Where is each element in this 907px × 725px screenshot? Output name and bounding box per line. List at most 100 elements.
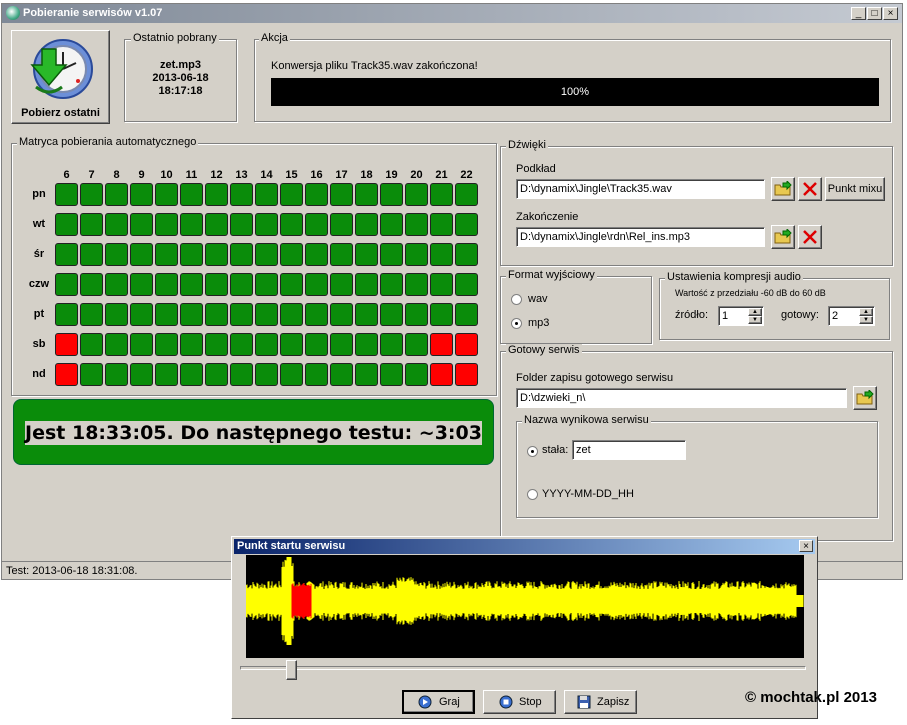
schedule-cell[interactable]	[55, 183, 78, 206]
bed-browse-button[interactable]	[771, 177, 795, 201]
dialog-title-bar[interactable]: Punkt startu serwisu ×	[234, 539, 815, 554]
format-mp3-radio[interactable]	[511, 318, 522, 329]
schedule-cell[interactable]	[330, 243, 353, 266]
schedule-cell[interactable]	[180, 363, 203, 386]
schedule-cell[interactable]	[455, 303, 478, 326]
schedule-cell[interactable]	[80, 363, 103, 386]
schedule-cell[interactable]	[80, 333, 103, 356]
schedule-cell[interactable]	[80, 183, 103, 206]
schedule-cell[interactable]	[55, 243, 78, 266]
schedule-cell[interactable]	[330, 333, 353, 356]
schedule-cell[interactable]	[155, 183, 178, 206]
schedule-cell[interactable]	[305, 213, 328, 236]
schedule-cell[interactable]	[380, 183, 403, 206]
schedule-cell[interactable]	[180, 333, 203, 356]
fetch-last-button[interactable]: Pobierz ostatni	[11, 30, 110, 124]
schedule-cell[interactable]	[155, 273, 178, 296]
schedule-cell[interactable]	[155, 333, 178, 356]
schedule-cell[interactable]	[455, 243, 478, 266]
schedule-cell[interactable]	[455, 273, 478, 296]
source-down-arrow-icon[interactable]: ▼	[748, 316, 762, 324]
close-button[interactable]: ×	[883, 7, 898, 20]
schedule-cell[interactable]	[255, 303, 278, 326]
schedule-cell[interactable]	[455, 363, 478, 386]
schedule-cell[interactable]	[355, 273, 378, 296]
schedule-cell[interactable]	[230, 333, 253, 356]
schedule-cell[interactable]	[230, 273, 253, 296]
schedule-cell[interactable]	[105, 333, 128, 356]
schedule-cell[interactable]	[380, 333, 403, 356]
schedule-cell[interactable]	[180, 213, 203, 236]
schedule-cell[interactable]	[255, 333, 278, 356]
schedule-cell[interactable]	[130, 363, 153, 386]
schedule-cell[interactable]	[205, 243, 228, 266]
schedule-cell[interactable]	[255, 363, 278, 386]
schedule-cell[interactable]	[105, 183, 128, 206]
schedule-cell[interactable]	[430, 213, 453, 236]
schedule-cell[interactable]	[280, 243, 303, 266]
schedule-cell[interactable]	[330, 273, 353, 296]
schedule-cell[interactable]	[205, 273, 228, 296]
schedule-cell[interactable]	[230, 243, 253, 266]
schedule-cell[interactable]	[105, 243, 128, 266]
schedule-cell[interactable]	[130, 333, 153, 356]
schedule-cell[interactable]	[305, 333, 328, 356]
schedule-cell[interactable]	[280, 363, 303, 386]
format-wav-radio[interactable]	[511, 294, 522, 305]
schedule-cell[interactable]	[405, 303, 428, 326]
schedule-cell[interactable]	[430, 273, 453, 296]
schedule-cell[interactable]	[155, 303, 178, 326]
schedule-cell[interactable]	[230, 213, 253, 236]
ending-browse-button[interactable]	[771, 225, 795, 249]
schedule-cell[interactable]	[80, 273, 103, 296]
ready-spinbox[interactable]: 2 ▲ ▼	[828, 306, 875, 326]
schedule-cell[interactable]	[55, 333, 78, 356]
schedule-cell[interactable]	[405, 183, 428, 206]
schedule-cell[interactable]	[180, 273, 203, 296]
schedule-cell[interactable]	[280, 333, 303, 356]
schedule-cell[interactable]	[355, 243, 378, 266]
schedule-cell[interactable]	[405, 273, 428, 296]
mix-point-button[interactable]: Punkt mixu	[825, 177, 885, 201]
schedule-cell[interactable]	[80, 243, 103, 266]
schedule-cell[interactable]	[355, 333, 378, 356]
schedule-cell[interactable]	[205, 213, 228, 236]
play-button[interactable]: Graj	[402, 690, 475, 714]
schedule-cell[interactable]	[105, 303, 128, 326]
schedule-cell[interactable]	[355, 303, 378, 326]
schedule-cell[interactable]	[205, 183, 228, 206]
title-bar[interactable]: Pobieranie serwisów v1.07 _ □ ×	[2, 4, 902, 23]
name-const-radio[interactable]	[527, 446, 538, 457]
schedule-cell[interactable]	[105, 363, 128, 386]
schedule-cell[interactable]	[305, 363, 328, 386]
schedule-cell[interactable]	[255, 183, 278, 206]
schedule-cell[interactable]	[130, 303, 153, 326]
schedule-cell[interactable]	[55, 213, 78, 236]
schedule-cell[interactable]	[105, 213, 128, 236]
schedule-cell[interactable]	[280, 183, 303, 206]
schedule-cell[interactable]	[55, 273, 78, 296]
folder-path-field[interactable]: D:\dzwieki_n\	[516, 388, 847, 408]
schedule-cell[interactable]	[255, 213, 278, 236]
schedule-cell[interactable]	[380, 213, 403, 236]
schedule-cell[interactable]	[330, 303, 353, 326]
schedule-cell[interactable]	[280, 273, 303, 296]
schedule-cell[interactable]	[305, 243, 328, 266]
schedule-cell[interactable]	[380, 243, 403, 266]
folder-browse-button[interactable]	[853, 386, 877, 410]
schedule-cell[interactable]	[205, 363, 228, 386]
schedule-cell[interactable]	[155, 363, 178, 386]
schedule-cell[interactable]	[230, 363, 253, 386]
schedule-cell[interactable]	[430, 303, 453, 326]
schedule-cell[interactable]	[430, 333, 453, 356]
bed-clear-button[interactable]	[798, 177, 822, 201]
maximize-button[interactable]: □	[867, 7, 882, 20]
schedule-cell[interactable]	[355, 213, 378, 236]
waveform-display[interactable]	[246, 555, 804, 658]
ready-down-arrow-icon[interactable]: ▼	[859, 316, 873, 324]
schedule-cell[interactable]	[430, 183, 453, 206]
schedule-cell[interactable]	[405, 363, 428, 386]
schedule-cell[interactable]	[230, 183, 253, 206]
schedule-cell[interactable]	[355, 183, 378, 206]
schedule-cell[interactable]	[305, 303, 328, 326]
